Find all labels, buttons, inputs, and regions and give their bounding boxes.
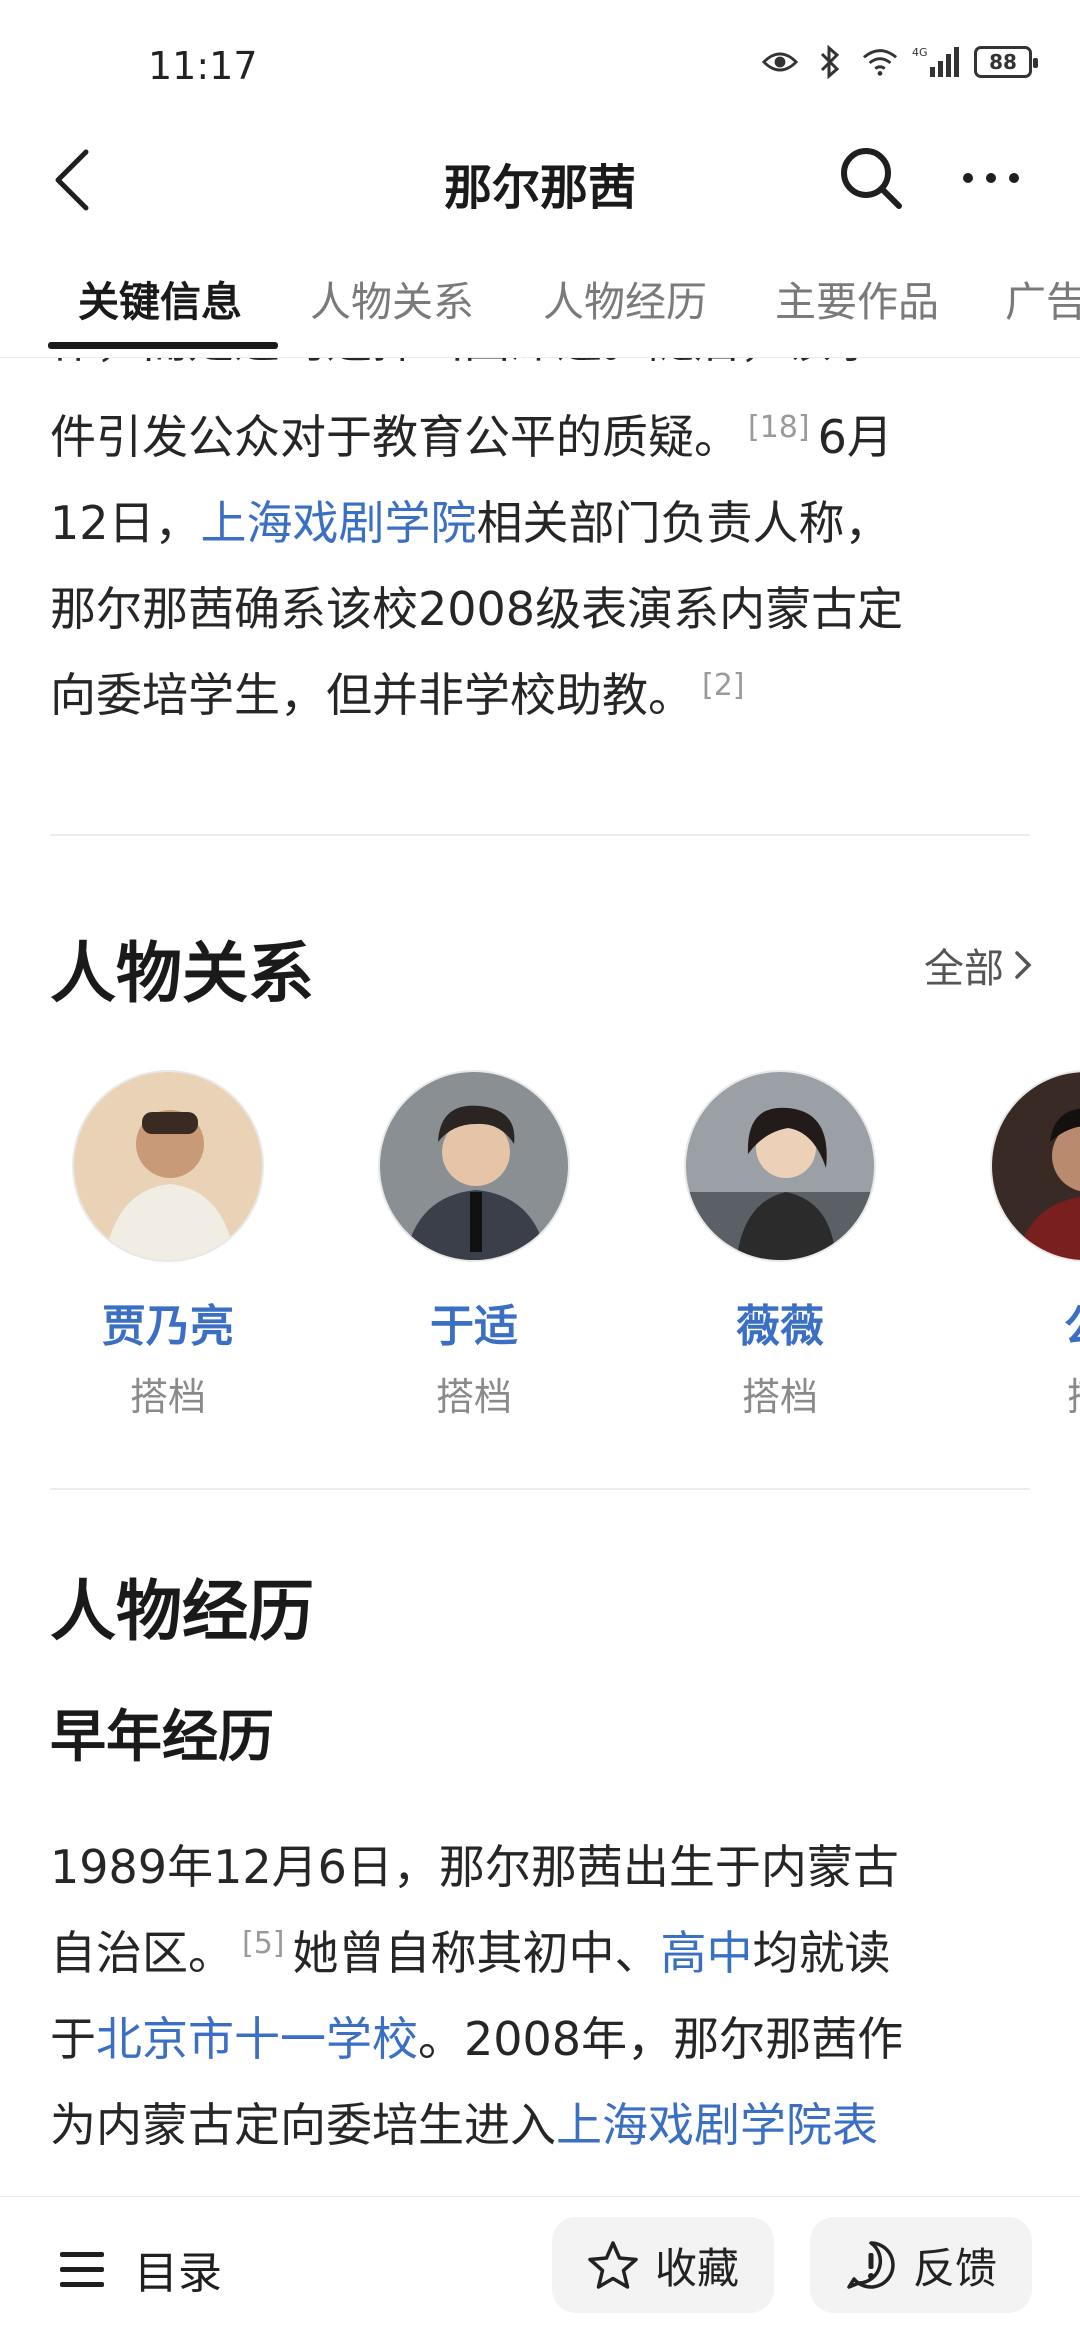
text-line: 自治区。 [5] 她曾自称其初中、高中均就读 bbox=[50, 1925, 891, 1980]
wifi-icon bbox=[862, 44, 898, 80]
section-title-relations: 人物关系 bbox=[50, 935, 314, 1012]
relation-card[interactable]: 于适 搭档 bbox=[374, 1070, 574, 1421]
relation-name: 公 bbox=[986, 1290, 1080, 1354]
star-icon bbox=[588, 2241, 638, 2289]
nav-bar: 那尔那茜 bbox=[0, 130, 1080, 240]
feedback-label: 反馈 bbox=[912, 2243, 997, 2293]
text-line: 件引发公众对于教育公平的质疑。 [18] 6月 bbox=[50, 409, 893, 464]
page-title: 那尔那茜 bbox=[443, 160, 636, 216]
battery-icon: 88 bbox=[974, 46, 1038, 78]
relation-role: 搭档 bbox=[435, 1375, 512, 1419]
citation-link[interactable]: [18] bbox=[748, 410, 810, 445]
relation-card[interactable]: 薇薇 搭档 bbox=[680, 1070, 880, 1421]
text-line: 1989年12月6日，那尔那茜出生于内蒙古 bbox=[50, 1840, 899, 1894]
search-icon bbox=[841, 148, 902, 209]
avatar bbox=[72, 1070, 264, 1262]
toc-label: 目录 bbox=[134, 2248, 222, 2299]
relation-name: 贾乃亮 bbox=[102, 1301, 234, 1352]
network-type-label: 4G bbox=[912, 46, 928, 59]
relation-role: 搭 bbox=[986, 1366, 1080, 1421]
relation-card[interactable]: 贾乃亮 搭档 bbox=[68, 1070, 268, 1421]
avatar bbox=[684, 1070, 876, 1262]
status-time: 11:17 bbox=[148, 44, 258, 88]
text-line: 向委培学生，但并非学校助教。 [2] bbox=[50, 667, 745, 722]
tab-relations[interactable]: 人物关系 bbox=[310, 268, 474, 328]
link-high-school[interactable]: 高中 bbox=[661, 1926, 753, 1980]
chevron-right-icon bbox=[1015, 951, 1032, 979]
feedback-button[interactable]: 反馈 bbox=[810, 2217, 1032, 2313]
relation-role: 搭档 bbox=[129, 1375, 206, 1419]
article-paragraph: 1989年12月6日，那尔那茜出生于内蒙古 自治区。 [5] 她曾自称其初中、高中均… bbox=[50, 1824, 1040, 2168]
menu-list-icon bbox=[60, 2252, 104, 2287]
favorite-button[interactable]: 收藏 bbox=[552, 2217, 774, 2313]
section-tabs: 关键信息 人物关系 人物经历 主要作品 广告 bbox=[0, 240, 1080, 358]
tab-experience[interactable]: 人物经历 bbox=[543, 268, 707, 328]
status-icons: 4G 88 bbox=[762, 44, 1038, 80]
tab-works[interactable]: 主要作品 bbox=[775, 268, 939, 328]
toc-button[interactable]: 目录 bbox=[58, 2237, 222, 2301]
avatar bbox=[990, 1070, 1080, 1262]
see-all-label: 全部 bbox=[924, 946, 1004, 992]
link-shanghai-theatre-academy[interactable]: 上海戏剧学院 bbox=[201, 496, 477, 550]
citation-link[interactable]: [2] bbox=[702, 668, 745, 703]
article-content: 作，而是违约选择出国深造。随后，该事 件引发公众对于教育公平的质疑。[18]6月… bbox=[0, 358, 1080, 2196]
divider bbox=[50, 834, 1030, 836]
bottom-toolbar: 目录 收藏 反馈 bbox=[0, 2196, 1080, 2340]
relation-role: 搭档 bbox=[741, 1375, 818, 1419]
text-line: 那尔那茜确系该校2008级表演系内蒙古定 bbox=[50, 582, 904, 636]
search-button[interactable] bbox=[835, 142, 907, 214]
link-shanghai-theatre-academy[interactable]: 上海戏剧学院表 bbox=[556, 2098, 878, 2152]
see-all-relations-button[interactable]: 全部 bbox=[924, 936, 1032, 994]
divider bbox=[50, 1488, 1030, 1490]
avatar bbox=[378, 1070, 570, 1262]
article-paragraph: 件引发公众对于教育公平的质疑。 [18] 6月 12日，上海戏剧学院相关部门负责人称… bbox=[50, 394, 1040, 738]
favorite-label: 收藏 bbox=[654, 2243, 739, 2293]
bluetooth-icon bbox=[812, 44, 848, 80]
link-beijing-no11-school[interactable]: 北京市十一学校 bbox=[96, 2012, 418, 2066]
text-line: 为内蒙古定向委培生进入上海戏剧学院表 bbox=[50, 2098, 878, 2152]
battery-level: 88 bbox=[989, 50, 1017, 74]
active-tab-indicator bbox=[48, 342, 278, 349]
status-bar: 11:17 4G 88 bbox=[0, 0, 1080, 130]
subsection-title-early-life: 早年经历 bbox=[50, 1705, 274, 1770]
tab-ads[interactable]: 广告 bbox=[1005, 268, 1080, 328]
eye-icon bbox=[762, 44, 798, 80]
section-title-experience: 人物经历 bbox=[50, 1573, 314, 1650]
signal-icon: 4G bbox=[912, 44, 960, 80]
more-dots-icon bbox=[963, 173, 1019, 183]
feedback-exclamation-icon bbox=[847, 2241, 895, 2289]
partial-text-line: 作，而是违约选择出国深造。随后，该事 bbox=[50, 358, 878, 384]
text-line: 于北京市十一学校。2008年，那尔那茜作 bbox=[50, 2012, 904, 2066]
more-button[interactable] bbox=[955, 142, 1027, 214]
citation-link[interactable]: [5] bbox=[242, 1926, 285, 1961]
relation-name: 于适 bbox=[430, 1301, 518, 1352]
relation-name: 薇薇 bbox=[736, 1301, 824, 1352]
tab-key-info[interactable]: 关键信息 bbox=[78, 268, 242, 328]
relation-card[interactable]: 公 搭 bbox=[986, 1070, 1080, 1421]
text-line: 12日，上海戏剧学院相关部门负责人称， bbox=[50, 496, 891, 550]
